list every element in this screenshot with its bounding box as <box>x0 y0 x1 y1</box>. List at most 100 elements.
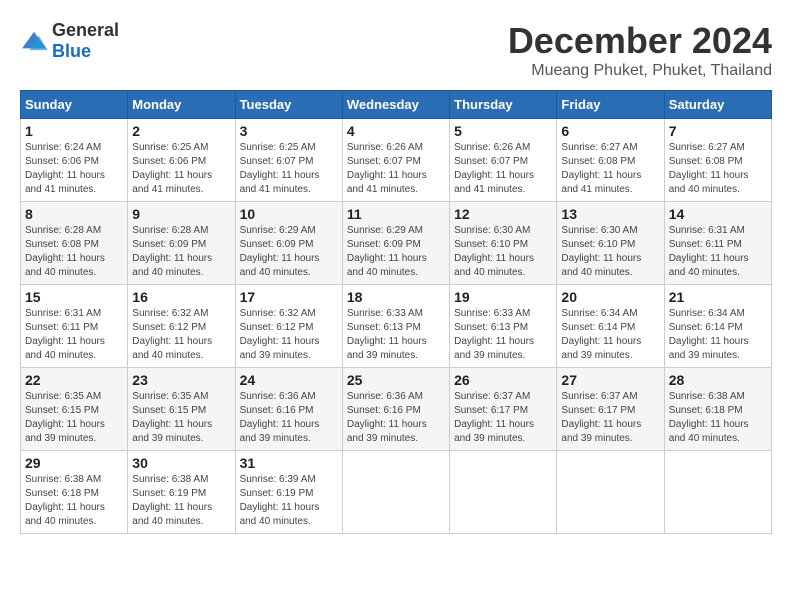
day-info: Sunrise: 6:27 AM Sunset: 6:08 PM Dayligh… <box>669 141 767 197</box>
day-number: 13 <box>561 206 659 222</box>
day-number: 29 <box>25 455 123 471</box>
day-number: 25 <box>347 372 445 388</box>
day-number: 30 <box>132 455 230 471</box>
day-number: 8 <box>25 206 123 222</box>
day-info: Sunrise: 6:29 AM Sunset: 6:09 PM Dayligh… <box>240 224 338 280</box>
day-info: Sunrise: 6:24 AM Sunset: 6:06 PM Dayligh… <box>25 141 123 197</box>
calendar-cell: 3 Sunrise: 6:25 AM Sunset: 6:07 PM Dayli… <box>235 119 342 202</box>
day-info: Sunrise: 6:28 AM Sunset: 6:08 PM Dayligh… <box>25 224 123 280</box>
calendar-cell: 8 Sunrise: 6:28 AM Sunset: 6:08 PM Dayli… <box>21 202 128 285</box>
title-block: December 2024 Mueang Phuket, Phuket, Tha… <box>508 20 772 80</box>
day-info: Sunrise: 6:32 AM Sunset: 6:12 PM Dayligh… <box>240 307 338 363</box>
day-number: 18 <box>347 289 445 305</box>
calendar-cell: 1 Sunrise: 6:24 AM Sunset: 6:06 PM Dayli… <box>21 119 128 202</box>
calendar-cell: 15 Sunrise: 6:31 AM Sunset: 6:11 PM Dayl… <box>21 285 128 368</box>
weekday-tuesday: Tuesday <box>235 91 342 119</box>
calendar-cell <box>342 451 449 534</box>
day-number: 6 <box>561 123 659 139</box>
logo: General Blue <box>20 20 119 62</box>
day-number: 21 <box>669 289 767 305</box>
day-number: 5 <box>454 123 552 139</box>
day-number: 2 <box>132 123 230 139</box>
day-info: Sunrise: 6:37 AM Sunset: 6:17 PM Dayligh… <box>454 390 552 446</box>
calendar-cell: 11 Sunrise: 6:29 AM Sunset: 6:09 PM Dayl… <box>342 202 449 285</box>
calendar-cell: 10 Sunrise: 6:29 AM Sunset: 6:09 PM Dayl… <box>235 202 342 285</box>
day-info: Sunrise: 6:37 AM Sunset: 6:17 PM Dayligh… <box>561 390 659 446</box>
day-number: 17 <box>240 289 338 305</box>
calendar-cell: 26 Sunrise: 6:37 AM Sunset: 6:17 PM Dayl… <box>450 368 557 451</box>
day-number: 7 <box>669 123 767 139</box>
day-info: Sunrise: 6:35 AM Sunset: 6:15 PM Dayligh… <box>25 390 123 446</box>
calendar-cell: 7 Sunrise: 6:27 AM Sunset: 6:08 PM Dayli… <box>664 119 771 202</box>
day-number: 15 <box>25 289 123 305</box>
day-info: Sunrise: 6:33 AM Sunset: 6:13 PM Dayligh… <box>347 307 445 363</box>
calendar-cell: 24 Sunrise: 6:36 AM Sunset: 6:16 PM Dayl… <box>235 368 342 451</box>
day-number: 28 <box>669 372 767 388</box>
logo-general: General <box>52 20 119 40</box>
day-number: 3 <box>240 123 338 139</box>
page-header: General Blue December 2024 Mueang Phuket… <box>20 20 772 80</box>
calendar-cell: 4 Sunrise: 6:26 AM Sunset: 6:07 PM Dayli… <box>342 119 449 202</box>
day-number: 1 <box>25 123 123 139</box>
day-number: 14 <box>669 206 767 222</box>
weekday-header-row: SundayMondayTuesdayWednesdayThursdayFrid… <box>21 91 772 119</box>
day-number: 4 <box>347 123 445 139</box>
weekday-sunday: Sunday <box>21 91 128 119</box>
day-info: Sunrise: 6:36 AM Sunset: 6:16 PM Dayligh… <box>347 390 445 446</box>
calendar-cell: 13 Sunrise: 6:30 AM Sunset: 6:10 PM Dayl… <box>557 202 664 285</box>
day-info: Sunrise: 6:39 AM Sunset: 6:19 PM Dayligh… <box>240 473 338 529</box>
calendar-cell: 30 Sunrise: 6:38 AM Sunset: 6:19 PM Dayl… <box>128 451 235 534</box>
weekday-friday: Friday <box>557 91 664 119</box>
calendar-cell: 25 Sunrise: 6:36 AM Sunset: 6:16 PM Dayl… <box>342 368 449 451</box>
calendar-week-5: 29 Sunrise: 6:38 AM Sunset: 6:18 PM Dayl… <box>21 451 772 534</box>
day-info: Sunrise: 6:29 AM Sunset: 6:09 PM Dayligh… <box>347 224 445 280</box>
calendar-cell: 5 Sunrise: 6:26 AM Sunset: 6:07 PM Dayli… <box>450 119 557 202</box>
day-number: 23 <box>132 372 230 388</box>
calendar-cell: 31 Sunrise: 6:39 AM Sunset: 6:19 PM Dayl… <box>235 451 342 534</box>
day-number: 9 <box>132 206 230 222</box>
calendar-cell: 9 Sunrise: 6:28 AM Sunset: 6:09 PM Dayli… <box>128 202 235 285</box>
calendar-cell <box>450 451 557 534</box>
calendar-week-3: 15 Sunrise: 6:31 AM Sunset: 6:11 PM Dayl… <box>21 285 772 368</box>
calendar-cell: 23 Sunrise: 6:35 AM Sunset: 6:15 PM Dayl… <box>128 368 235 451</box>
day-number: 31 <box>240 455 338 471</box>
day-number: 26 <box>454 372 552 388</box>
day-number: 22 <box>25 372 123 388</box>
day-info: Sunrise: 6:32 AM Sunset: 6:12 PM Dayligh… <box>132 307 230 363</box>
day-number: 10 <box>240 206 338 222</box>
logo-icon <box>20 30 48 52</box>
day-info: Sunrise: 6:34 AM Sunset: 6:14 PM Dayligh… <box>669 307 767 363</box>
day-info: Sunrise: 6:36 AM Sunset: 6:16 PM Dayligh… <box>240 390 338 446</box>
calendar-cell <box>664 451 771 534</box>
day-info: Sunrise: 6:25 AM Sunset: 6:06 PM Dayligh… <box>132 141 230 197</box>
calendar-cell: 21 Sunrise: 6:34 AM Sunset: 6:14 PM Dayl… <box>664 285 771 368</box>
weekday-wednesday: Wednesday <box>342 91 449 119</box>
day-info: Sunrise: 6:38 AM Sunset: 6:18 PM Dayligh… <box>25 473 123 529</box>
calendar-cell: 14 Sunrise: 6:31 AM Sunset: 6:11 PM Dayl… <box>664 202 771 285</box>
day-number: 12 <box>454 206 552 222</box>
calendar-week-1: 1 Sunrise: 6:24 AM Sunset: 6:06 PM Dayli… <box>21 119 772 202</box>
calendar-cell: 29 Sunrise: 6:38 AM Sunset: 6:18 PM Dayl… <box>21 451 128 534</box>
day-number: 19 <box>454 289 552 305</box>
calendar-cell: 12 Sunrise: 6:30 AM Sunset: 6:10 PM Dayl… <box>450 202 557 285</box>
calendar-body: 1 Sunrise: 6:24 AM Sunset: 6:06 PM Dayli… <box>21 119 772 534</box>
weekday-thursday: Thursday <box>450 91 557 119</box>
day-info: Sunrise: 6:34 AM Sunset: 6:14 PM Dayligh… <box>561 307 659 363</box>
day-info: Sunrise: 6:38 AM Sunset: 6:19 PM Dayligh… <box>132 473 230 529</box>
sub-title: Mueang Phuket, Phuket, Thailand <box>508 62 772 80</box>
day-info: Sunrise: 6:33 AM Sunset: 6:13 PM Dayligh… <box>454 307 552 363</box>
calendar-cell: 17 Sunrise: 6:32 AM Sunset: 6:12 PM Dayl… <box>235 285 342 368</box>
calendar-cell: 27 Sunrise: 6:37 AM Sunset: 6:17 PM Dayl… <box>557 368 664 451</box>
calendar-cell: 22 Sunrise: 6:35 AM Sunset: 6:15 PM Dayl… <box>21 368 128 451</box>
day-info: Sunrise: 6:31 AM Sunset: 6:11 PM Dayligh… <box>669 224 767 280</box>
day-number: 20 <box>561 289 659 305</box>
day-info: Sunrise: 6:26 AM Sunset: 6:07 PM Dayligh… <box>347 141 445 197</box>
day-info: Sunrise: 6:28 AM Sunset: 6:09 PM Dayligh… <box>132 224 230 280</box>
calendar-cell: 28 Sunrise: 6:38 AM Sunset: 6:18 PM Dayl… <box>664 368 771 451</box>
day-info: Sunrise: 6:30 AM Sunset: 6:10 PM Dayligh… <box>454 224 552 280</box>
calendar-week-4: 22 Sunrise: 6:35 AM Sunset: 6:15 PM Dayl… <box>21 368 772 451</box>
day-info: Sunrise: 6:25 AM Sunset: 6:07 PM Dayligh… <box>240 141 338 197</box>
day-info: Sunrise: 6:26 AM Sunset: 6:07 PM Dayligh… <box>454 141 552 197</box>
day-info: Sunrise: 6:30 AM Sunset: 6:10 PM Dayligh… <box>561 224 659 280</box>
calendar-cell: 16 Sunrise: 6:32 AM Sunset: 6:12 PM Dayl… <box>128 285 235 368</box>
